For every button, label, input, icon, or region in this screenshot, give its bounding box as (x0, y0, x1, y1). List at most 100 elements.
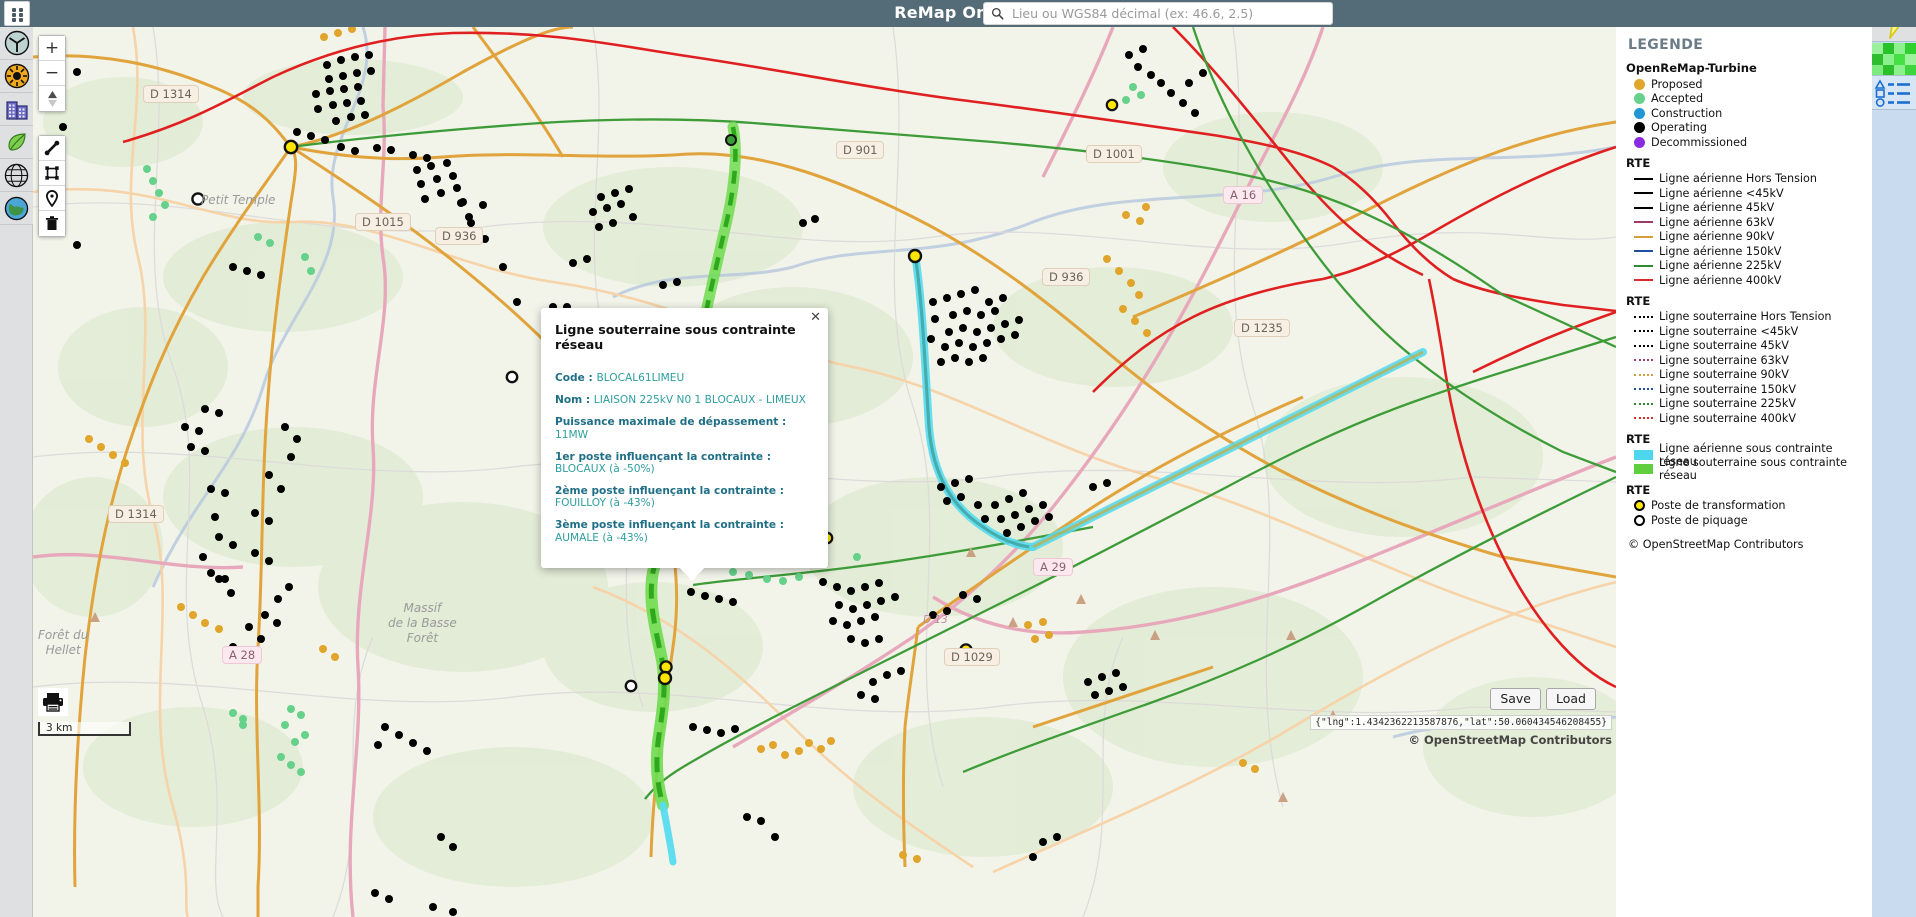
legend-item-label: Operating (1651, 121, 1707, 135)
legend-item-label: Ligne souterraine 90kV (1659, 368, 1789, 382)
wind-turbine-icon[interactable] (0, 27, 33, 60)
popup-row: 2ème poste influençant la contrainte : F… (555, 485, 814, 509)
legend-item[interactable]: Ligne souterraine 90kV (1626, 368, 1872, 383)
legend-item[interactable]: Ligne aérienne 45kV (1626, 201, 1872, 216)
legend-item[interactable]: Ligne aérienne 150kV (1626, 244, 1872, 259)
popup-row-label: Nom : (555, 394, 594, 407)
print-icon[interactable] (38, 688, 68, 716)
app-root: ReMap Online Lieu ou WGS84 décimal (ex: … (0, 0, 1916, 917)
legend-dot-swatch (1634, 78, 1645, 90)
legend-line-swatch (1634, 250, 1653, 253)
legend-item-label: Ligne aérienne 63kV (1659, 215, 1775, 229)
popup-row-label: 2ème poste influençant la contrainte : (555, 485, 784, 498)
save-button[interactable]: Save (1490, 688, 1541, 710)
legend-item[interactable]: Construction (1626, 106, 1872, 121)
legend-item-label: Construction (1651, 106, 1723, 120)
popup-row: Nom : LIAISON 225kV N0 1 BLOCAUX - LIMEU… (555, 394, 814, 406)
legend-dot-swatch (1634, 93, 1645, 105)
legend-dash-swatch (1634, 330, 1653, 333)
legend-item-label: Ligne aérienne Hors Tension (1659, 172, 1817, 186)
legend-item[interactable]: Poste de transformation (1626, 499, 1872, 514)
compass-icon[interactable] (39, 86, 65, 111)
zoom-out-button[interactable]: − (39, 61, 65, 86)
legend-item-label: Ligne aérienne 150kV (1659, 244, 1782, 258)
legend-dash-swatch (1634, 417, 1653, 420)
popup-row: 3ème poste influençant la contrainte : A… (555, 519, 814, 543)
page-title: ReMap Online (894, 3, 1022, 22)
osm-attribution: © OpenStreetMap Contributors (1408, 733, 1612, 747)
legend-item[interactable]: Decommissioned (1626, 135, 1872, 150)
legend-item-label: Ligne aérienne 400kV (1659, 273, 1782, 287)
legend-box-swatch (1634, 464, 1653, 475)
legend-item[interactable]: Ligne souterraine 150kV (1626, 382, 1872, 397)
legend-line-swatch (1634, 221, 1653, 224)
zoom-out-label: − (44, 63, 60, 83)
popup-row-value: FOUILLOY (à -43%) (555, 497, 655, 510)
earth-icon[interactable] (0, 192, 33, 225)
legend-dash-swatch (1634, 315, 1653, 318)
legend-item[interactable]: Ligne aérienne 400kV (1626, 273, 1872, 288)
popup-row-label: 3ème poste influençant la contrainte : (555, 519, 784, 532)
legend-dash-swatch (1634, 402, 1653, 405)
leaf-icon[interactable] (0, 126, 33, 159)
legend-ring-swatch (1634, 500, 1645, 512)
legend-line-swatch (1634, 206, 1653, 209)
trash-icon[interactable] (39, 211, 65, 236)
legend-box-swatch (1634, 449, 1653, 460)
search-icon (984, 3, 1010, 24)
marker-icon[interactable] (39, 186, 65, 211)
legend-item[interactable]: Ligne souterraine 400kV (1626, 411, 1872, 426)
legend-line-swatch (1634, 177, 1653, 180)
legend-item-label: Ligne souterraine sous contrainte réseau (1659, 456, 1848, 483)
legend-item[interactable]: Poste de piquage (1626, 513, 1872, 528)
legend-dot-swatch (1634, 136, 1645, 148)
legend-item-label: Decommissioned (1651, 135, 1748, 149)
legend-ring-swatch (1634, 514, 1645, 526)
left-icon-rail (0, 27, 33, 917)
legend-item[interactable]: Ligne aérienne 90kV (1626, 230, 1872, 245)
legend-dash-swatch (1634, 359, 1653, 362)
rectangle-icon[interactable] (39, 161, 65, 186)
legend-item[interactable]: Ligne souterraine 45kV (1626, 339, 1872, 354)
legend-item[interactable]: Ligne souterraine 225kV (1626, 397, 1872, 412)
legend-item[interactable]: Ligne aérienne 225kV (1626, 259, 1872, 274)
legend-item-label: Proposed (1651, 77, 1703, 91)
legend-item[interactable]: Ligne souterraine sous contrainte réseau (1626, 456, 1872, 482)
popup-title: Ligne souterraine sous contrainte réseau (555, 322, 796, 352)
zoom-in-button[interactable]: + (39, 36, 65, 61)
legend-item-label: Ligne souterraine 150kV (1659, 382, 1796, 396)
legend-item[interactable]: Ligne aérienne <45kV (1626, 186, 1872, 201)
popup-row-value: 11MW (555, 428, 589, 441)
landuse-icon[interactable] (1872, 42, 1916, 76)
legend-dash-swatch (1634, 388, 1653, 391)
legend-item[interactable]: Operating (1626, 121, 1872, 136)
solar-icon[interactable] (0, 60, 33, 93)
map-canvas[interactable]: D 1314 D 1314 D 1015 D 936 D 901 D 1001 D 936 D… (33, 27, 1616, 917)
legend-item[interactable]: Ligne aérienne Hors Tension (1626, 172, 1872, 187)
globe-grid-icon[interactable] (0, 159, 33, 192)
legend-item-label: Ligne souterraine 400kV (1659, 411, 1796, 425)
legend-item[interactable]: Ligne souterraine 63kV (1626, 353, 1872, 368)
legend-item-label: Ligne aérienne <45kV (1659, 186, 1784, 200)
load-button[interactable]: Load (1546, 688, 1596, 710)
legend-line-swatch (1634, 279, 1653, 282)
search-box[interactable] (983, 2, 1333, 25)
legend-item-label: Ligne souterraine 45kV (1659, 339, 1789, 353)
popup-row-value: BLOCAUX (à -50%) (555, 462, 655, 475)
save-load-bar: Save Load (1490, 688, 1596, 710)
legend-item[interactable]: Ligne souterraine <45kV (1626, 324, 1872, 339)
legend-item-label: Ligne souterraine Hors Tension (1659, 310, 1832, 324)
legend-item[interactable]: Accepted (1626, 92, 1872, 107)
legend-item[interactable]: Proposed (1626, 77, 1872, 92)
legend-item[interactable]: Ligne souterraine Hors Tension (1626, 310, 1872, 325)
popup-row-value: BLOCAL61LIMEU (596, 372, 685, 384)
close-icon[interactable]: ✕ (810, 311, 821, 324)
legend-line-swatch (1634, 192, 1653, 195)
legend-list-icon[interactable] (1872, 76, 1916, 110)
legend-item[interactable]: Ligne aérienne 63kV (1626, 215, 1872, 230)
legend-panel: LEGENDE OpenReMap-Turbine Proposed Accepte… (1616, 27, 1872, 917)
building-icon[interactable] (0, 93, 33, 126)
polyline-icon[interactable] (39, 136, 65, 161)
search-input[interactable] (1010, 4, 1326, 23)
legend-group-title: RTE (1626, 293, 1651, 308)
